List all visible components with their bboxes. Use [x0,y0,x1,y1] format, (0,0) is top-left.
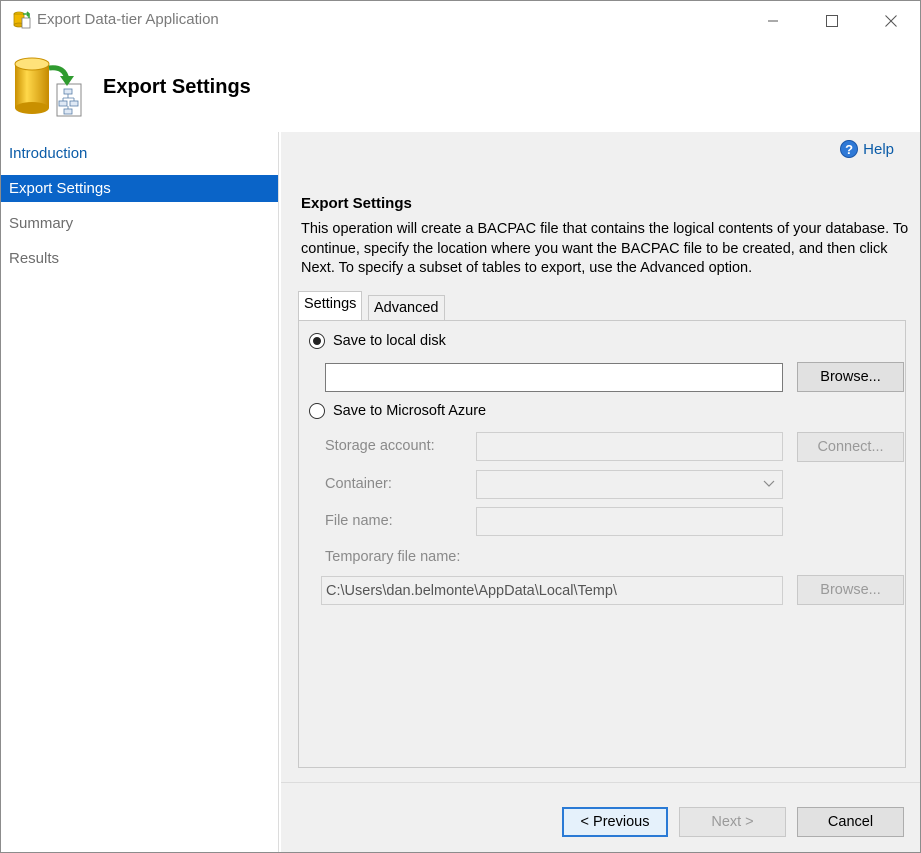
section-title: Export Settings [301,195,412,212]
tab-advanced[interactable]: Advanced [368,295,445,320]
save-local-option[interactable]: Save to local disk [309,333,446,349]
storage-account-field [476,432,783,461]
data-tier-app-icon [13,11,31,29]
minimize-button[interactable] [743,1,803,40]
help-label: Help [863,140,894,158]
temp-file-label: Temporary file name: [325,549,461,565]
export-dialog-window: Export Data-tier Application Export Sett… [0,0,921,853]
browse-temp-button: Browse... [797,575,904,605]
window-title: Export Data-tier Application [37,11,219,28]
container-input [477,471,782,498]
storage-account-input [477,433,782,460]
container-select [476,470,783,499]
save-local-label: Save to local disk [333,333,446,349]
title-bar: Export Data-tier Application [1,1,920,40]
radio-selected-dot [313,337,321,345]
previous-button[interactable]: < Previous [562,807,668,837]
local-path-input[interactable] [326,364,782,391]
maximize-button[interactable] [802,1,862,40]
temp-file-field [321,576,783,605]
close-button[interactable] [861,1,920,40]
nav-item-results: Results [9,250,60,267]
temp-file-input [322,577,782,604]
nav-item-export-settings[interactable]: Export Settings [1,175,278,202]
storage-account-label: Storage account: [325,438,435,454]
database-export-icon [14,57,82,117]
nav-item-introduction[interactable]: Introduction [1,140,278,167]
close-icon [885,14,897,27]
content-panel: ? Help Export Settings This operation wi… [281,132,920,782]
section-description: This operation will create a BACPAC file… [301,221,909,276]
chevron-down-icon [763,480,775,487]
wizard-header: Export Settings [1,40,920,132]
file-name-field [476,507,783,536]
minimize-icon [768,20,778,21]
help-icon: ? [840,140,859,158]
wizard-nav: Introduction Export Settings Summary Res… [1,132,279,852]
save-local-radio[interactable] [309,333,325,349]
save-azure-radio[interactable] [309,403,325,419]
tab-settings[interactable]: Settings [298,291,363,320]
save-azure-label: Save to Microsoft Azure [333,403,487,419]
connect-button: Connect... [797,432,904,462]
file-name-label: File name: [325,513,393,529]
settings-tab-panel: Save to local disk Browse... Save to Mic… [298,320,906,768]
next-button: Next > [679,807,786,837]
browse-local-button[interactable]: Browse... [797,362,904,392]
container-label: Container: [325,476,392,492]
nav-item-summary: Summary [9,215,74,232]
local-path-field[interactable] [325,363,783,392]
save-azure-option[interactable]: Save to Microsoft Azure [309,403,486,419]
maximize-icon [826,14,838,27]
page-title: Export Settings [103,76,251,98]
wizard-footer: < Previous Next > Cancel [281,782,920,852]
help-link[interactable]: ? Help [840,140,894,158]
file-name-input [477,508,782,535]
cancel-button[interactable]: Cancel [797,807,904,837]
